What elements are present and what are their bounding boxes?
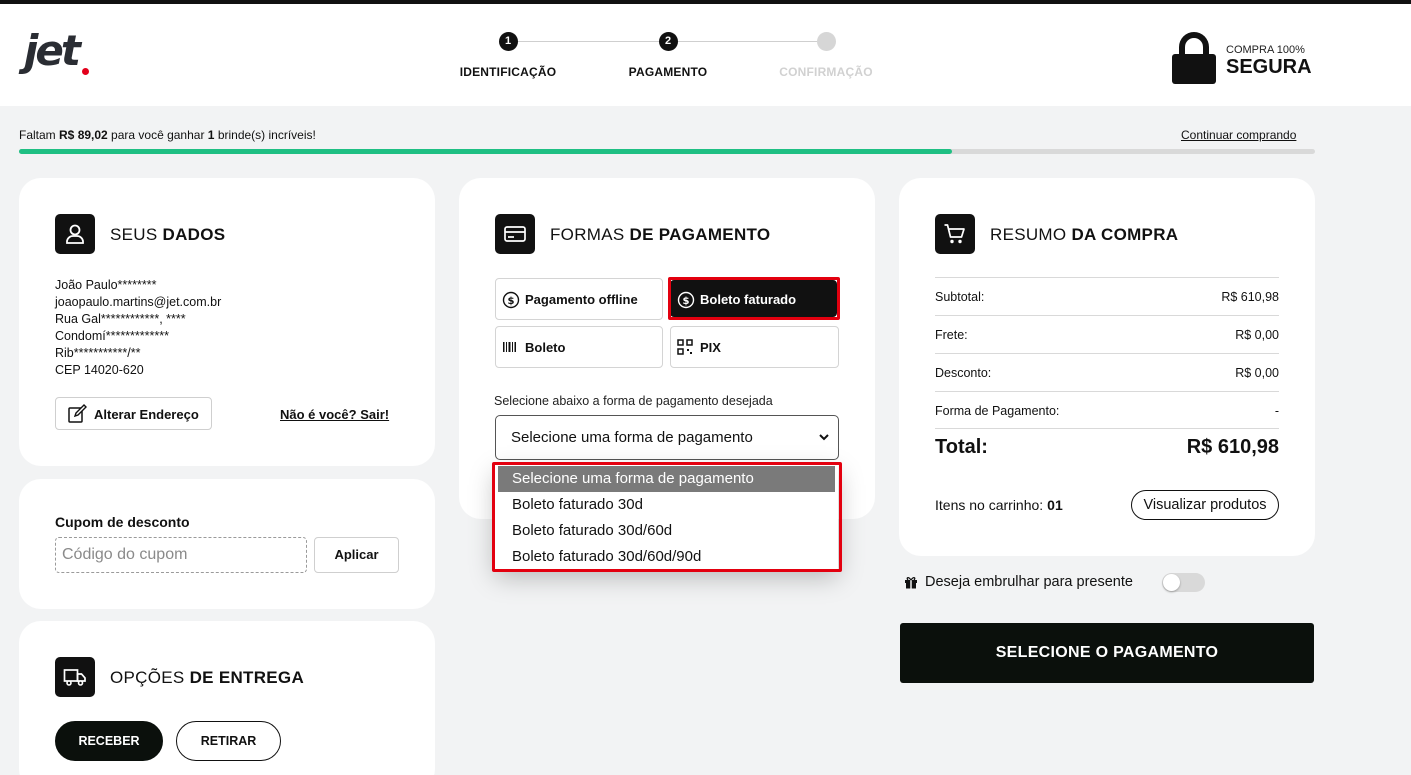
gift-wrap-toggle[interactable] <box>1162 573 1205 592</box>
view-products-button[interactable]: Visualizar produtos <box>1131 490 1279 520</box>
summary-divider <box>935 353 1279 354</box>
payment-select-value: Selecione uma forma de pagamento <box>511 429 753 446</box>
user-street: Rua Gal************, **** <box>55 312 186 326</box>
step-confirmacao: CONFIRMAÇÃO <box>751 32 901 79</box>
payment-offline-button[interactable]: $ Pagamento offline <box>495 278 663 320</box>
select-payment-button[interactable]: SELECIONE O PAGAMENTO <box>900 623 1314 683</box>
receive-button[interactable]: RECEBER <box>55 721 163 761</box>
payment-select-hint: Selecione abaixo a forma de pagamento de… <box>494 394 773 408</box>
qr-code-icon <box>677 339 693 355</box>
user-city: Rib***********/** <box>55 346 141 360</box>
logo-dot <box>82 68 89 75</box>
user-zip: CEP 14020-620 <box>55 363 144 377</box>
toggle-knob <box>1163 574 1180 591</box>
payment-method-row: Forma de Pagamento: - <box>935 404 1279 418</box>
step-number <box>816 32 836 51</box>
chevron-down-icon <box>819 434 829 441</box>
dollar-refresh-icon: $ <box>502 291 520 309</box>
payment-option-select[interactable]: Selecione uma forma de pagamento <box>495 415 839 460</box>
step-identificacao: 1 IDENTIFICAÇÃO <box>433 32 583 79</box>
continue-shopping-link[interactable]: Continuar comprando <box>1181 128 1296 142</box>
coupon-title: Cupom de desconto <box>55 514 190 530</box>
payment-offline-label: Pagamento offline <box>525 292 638 307</box>
highlight-boleto-faturado <box>668 277 840 320</box>
step-label: PAGAMENTO <box>628 65 708 79</box>
gift-progress-message: Faltam R$ 89,02 para você ganhar 1 brind… <box>19 128 316 142</box>
total-row: Total: R$ 610,98 <box>935 436 1279 458</box>
svg-text:$: $ <box>508 296 515 307</box>
subtotal-value: R$ 610,98 <box>1221 290 1279 304</box>
logout-link[interactable]: Não é você? Sair! <box>280 407 389 422</box>
payment-method-value: - <box>1274 404 1279 418</box>
cart-items-count: Itens no carrinho: 01 <box>935 497 1063 513</box>
change-address-button[interactable]: Alterar Endereço <box>55 397 212 430</box>
gift-icon <box>905 577 917 589</box>
user-complement: Condomí************* <box>55 329 169 343</box>
user-email: joaopaulo.martins@jet.com.br <box>55 295 222 309</box>
cart-icon <box>935 214 975 254</box>
discount-value: R$ 0,00 <box>1235 366 1279 380</box>
step-pagamento: 2 PAGAMENTO <box>593 32 743 79</box>
apply-coupon-button[interactable]: Aplicar <box>314 537 399 573</box>
edit-icon <box>68 404 87 423</box>
barcode-icon <box>503 342 516 352</box>
summary-divider <box>935 277 1279 278</box>
summary-divider <box>935 315 1279 316</box>
secure-big-text: SEGURA <box>1226 56 1312 78</box>
gift-amount: R$ 89,02 <box>59 128 108 142</box>
gift-wrap-label: Deseja embrulhar para presente <box>925 574 1133 590</box>
card-icon <box>495 214 535 254</box>
highlight-dropdown <box>492 462 842 572</box>
truck-icon <box>55 657 95 697</box>
user-name: João Paulo******** <box>55 278 157 292</box>
shipping-value: R$ 0,00 <box>1235 328 1279 342</box>
secure-small-text: COMPRA 100% <box>1226 44 1305 56</box>
step-number: 2 <box>658 32 678 51</box>
discount-row: Desconto: R$ 0,00 <box>935 366 1279 380</box>
coupon-input[interactable]: Código do cupom <box>55 537 307 573</box>
subtotal-row: Subtotal: R$ 610,98 <box>935 290 1279 304</box>
checkout-steps: 1 IDENTIFICAÇÃO 2 PAGAMENTO CONFIRMAÇÃO <box>445 32 895 92</box>
summary-divider <box>935 428 1279 429</box>
pix-label: PIX <box>700 340 721 355</box>
shipping-row: Frete: R$ 0,00 <box>935 328 1279 342</box>
delivery-title: OPÇÕES DE ENTREGA <box>110 668 305 687</box>
jet-logo[interactable]: jet <box>24 26 89 75</box>
gift-progress-bar <box>19 149 1315 154</box>
user-icon <box>55 214 95 254</box>
logo-text: jet <box>24 26 81 75</box>
header: jet 1 IDENTIFICAÇÃO 2 PAGAMENTO CONFIRMA… <box>0 4 1411 106</box>
step-label: IDENTIFICAÇÃO <box>459 65 557 79</box>
summary-divider <box>935 391 1279 392</box>
summary-title: RESUMO DA COMPRA <box>990 225 1179 244</box>
total-value: R$ 610,98 <box>1186 436 1279 458</box>
step-label: CONFIRMAÇÃO <box>779 65 873 79</box>
user-address-block: João Paulo******** joaopaulo.martins@jet… <box>55 277 221 379</box>
boleto-label: Boleto <box>525 340 566 355</box>
gift-progress-fill <box>19 149 953 154</box>
lock-icon <box>1172 32 1216 84</box>
pickup-button[interactable]: RETIRAR <box>176 721 281 761</box>
user-data-title: SEUS DADOS <box>110 225 226 244</box>
change-address-label: Alterar Endereço <box>94 407 199 422</box>
pix-button[interactable]: PIX <box>670 326 839 368</box>
boleto-button[interactable]: Boleto <box>495 326 663 368</box>
step-number: 1 <box>498 32 518 51</box>
payment-title: FORMAS DE PAGAMENTO <box>550 225 771 244</box>
